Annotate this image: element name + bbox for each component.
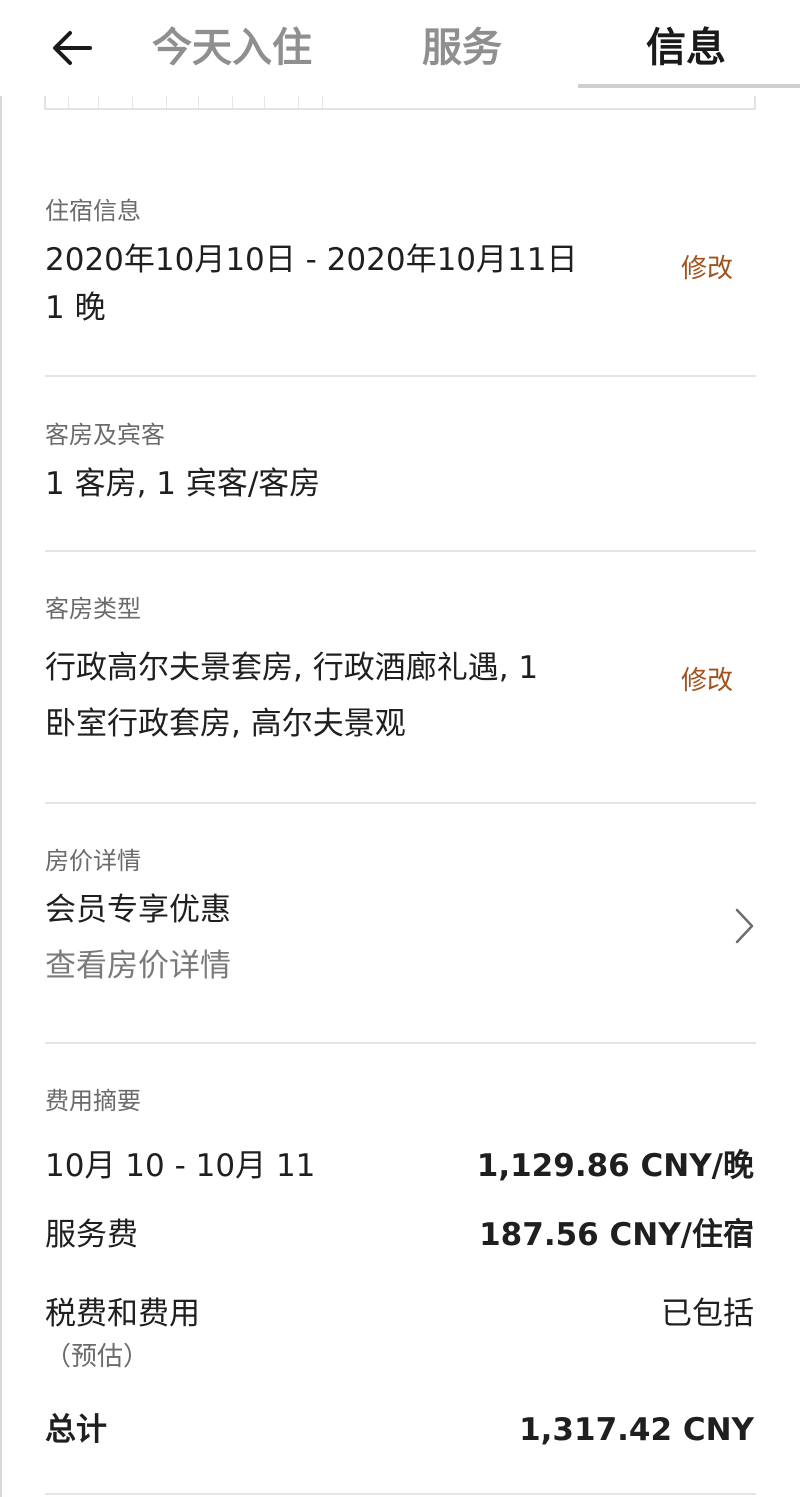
room-type-line-1: 行政高尔夫景套房, 行政酒廊礼遇, 1 [45, 650, 539, 686]
taxes-fees-label: 税费和费用 [45, 1296, 200, 1332]
rooms-guests-value: 1 客房, 1 宾客/客房 [45, 466, 321, 502]
service-fee-value: 187.56 CNY/住宿 [479, 1217, 754, 1253]
divider [45, 550, 756, 552]
rate-name: 会员专享优惠 [45, 892, 231, 928]
nightly-rate-value: 1,129.86 CNY/晚 [476, 1148, 754, 1184]
taxes-fees-value: 已包括 [661, 1296, 754, 1332]
active-tab-indicator [578, 84, 800, 88]
view-rate-details-link[interactable]: 查看房价详情 [45, 942, 756, 990]
rooms-guests-section: 客房及宾客 1 客房, 1 宾客/客房 [45, 420, 756, 508]
rate-details-row[interactable]: 房价详情 会员专享优惠 查看房价详情 [45, 846, 756, 1006]
nightly-rate-row: 10月 10 - 10月 11 1,129.86 CNY/晚 [45, 1142, 756, 1190]
top-nav-bar: 今天入住 服务 信息 [0, 0, 800, 96]
taxes-fees-row: 税费和费用 已包括 （预估） [45, 1290, 756, 1374]
date-range: 10月 10 - 10月 11 [45, 1148, 316, 1184]
room-type-label: 客房类型 [45, 595, 141, 623]
cost-summary-label: 费用摘要 [45, 1087, 141, 1115]
tab-checkin-today[interactable]: 今天入住 [152, 22, 312, 74]
total-label: 总计 [45, 1412, 107, 1448]
cost-summary-section: 费用摘要 [45, 1086, 756, 1116]
rate-details-label: 房价详情 [45, 847, 141, 875]
edit-room-type-button[interactable]: 修改 [681, 660, 733, 697]
total-row: 总计 1,317.42 CNY [45, 1406, 756, 1454]
chevron-right-icon [734, 906, 756, 946]
stay-info-section: 住宿信息 2020年10月10日 - 2020年10月11日 1 晚 [45, 196, 756, 332]
divider [45, 1042, 756, 1044]
edit-stay-dates-button[interactable]: 修改 [681, 248, 733, 285]
stay-nights: 1 晚 [45, 290, 106, 326]
divider [45, 802, 756, 804]
total-value: 1,317.42 CNY [519, 1412, 754, 1448]
stay-info-label: 住宿信息 [45, 197, 141, 225]
room-type-line-2: 卧室行政套房, 高尔夫景观 [45, 706, 406, 742]
service-fee-label: 服务费 [45, 1217, 138, 1253]
room-type-section: 客房类型 行政高尔夫景套房, 行政酒廊礼遇, 1 卧室行政套房, 高尔夫景观 [45, 594, 756, 752]
taxes-estimate-note: （预估） [45, 1342, 150, 1372]
tab-info[interactable]: 信息 [646, 22, 726, 74]
stay-dates: 2020年10月10日 - 2020年10月11日 [45, 242, 578, 278]
divider [45, 375, 756, 377]
tab-services[interactable]: 服务 [422, 22, 502, 74]
back-arrow-icon[interactable] [50, 26, 94, 70]
left-edge-rule [0, 0, 2, 1497]
rooms-guests-label: 客房及宾客 [45, 421, 165, 449]
service-fee-row: 服务费 187.56 CNY/住宿 [45, 1211, 756, 1259]
divider [45, 1493, 756, 1495]
